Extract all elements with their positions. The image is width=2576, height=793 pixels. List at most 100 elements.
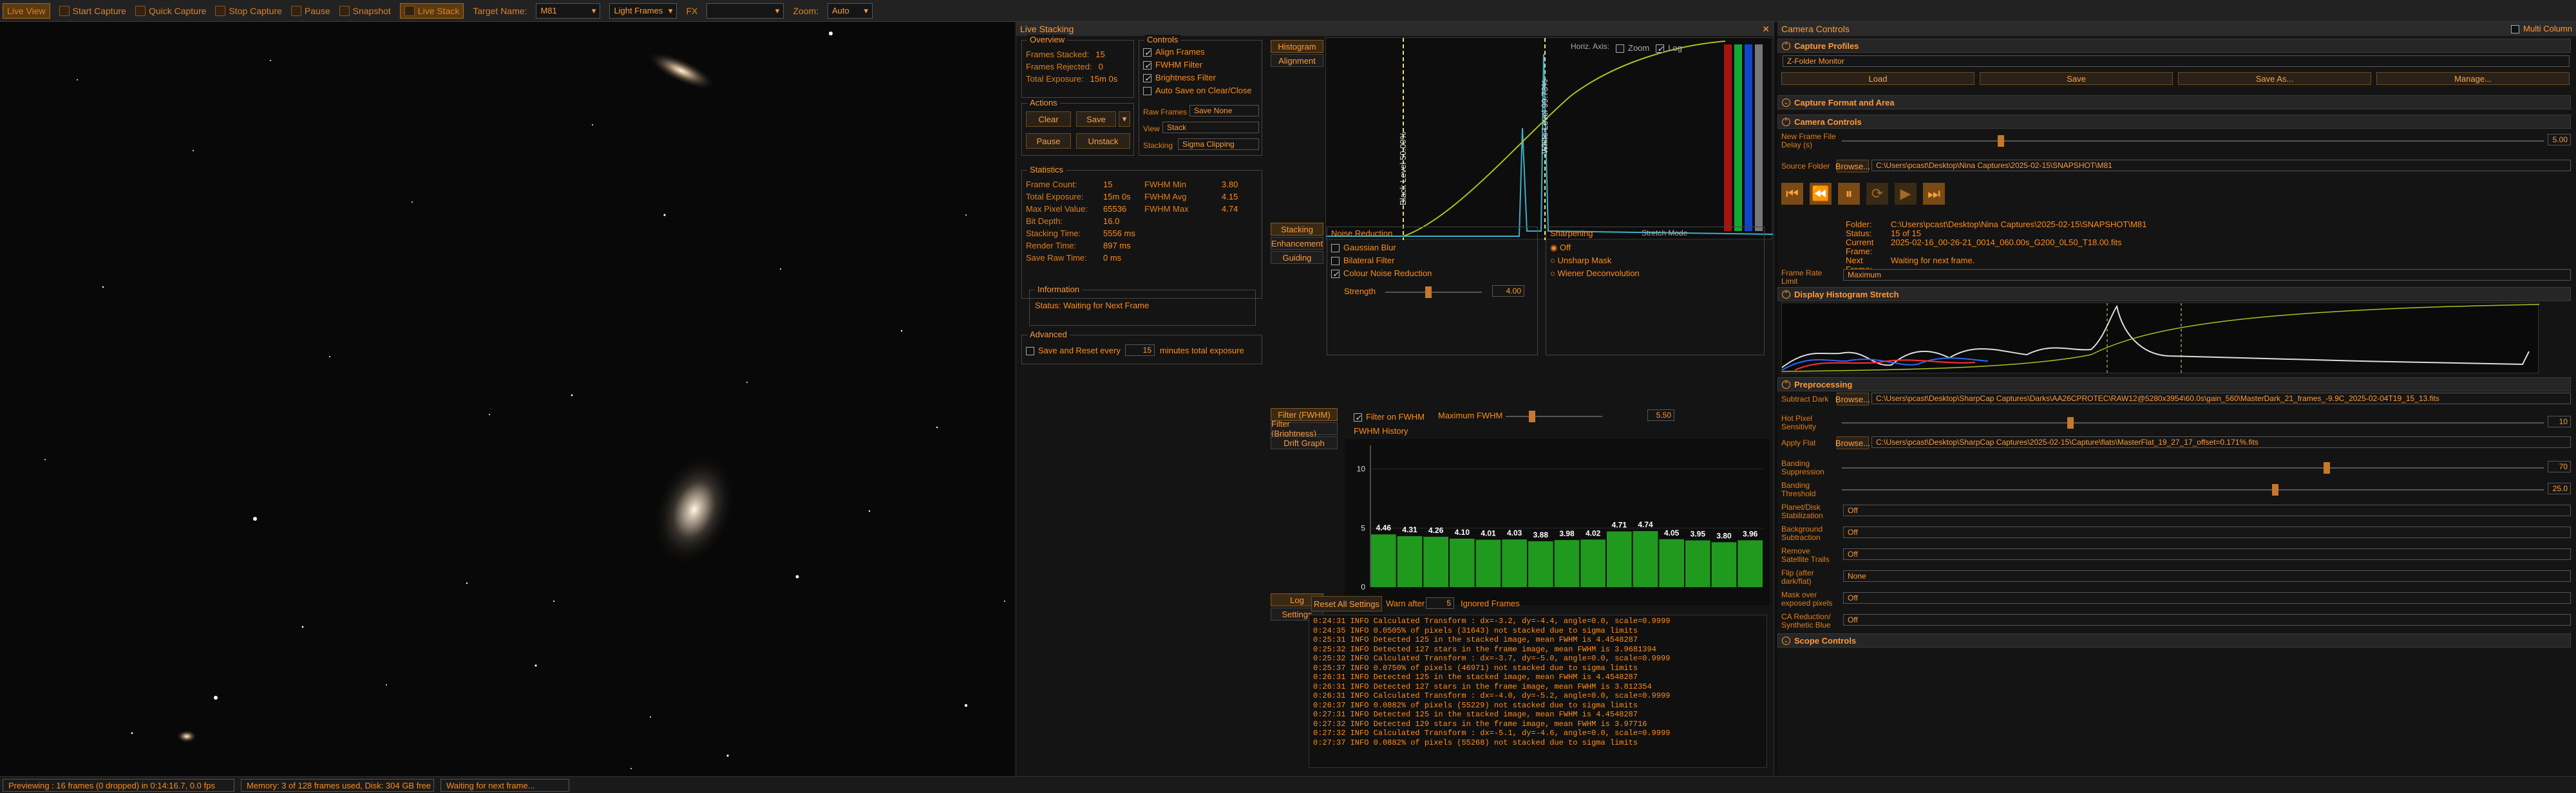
brightness-filter-checkbox[interactable]: Brightness Filter bbox=[1143, 71, 1258, 85]
fwhm-bar-label: 4.03 bbox=[1507, 528, 1522, 537]
gaussian-blur-checkbox[interactable]: Gaussian Blur bbox=[1331, 241, 1432, 254]
fwhm-bar bbox=[1580, 539, 1605, 587]
target-name-combo[interactable]: M81 ▾ bbox=[536, 3, 601, 19]
profile-load-button[interactable]: Load bbox=[1781, 72, 1975, 85]
flip-combo[interactable]: None bbox=[1843, 570, 2571, 582]
new-frame-delay-slider[interactable] bbox=[1842, 135, 2544, 147]
capture-profiles-header[interactable]: ⌃ Capture Profiles bbox=[1777, 39, 2571, 53]
start-capture-button[interactable]: Start Capture bbox=[59, 5, 126, 16]
tab-stacking[interactable]: Stacking bbox=[1271, 223, 1323, 236]
play-icon[interactable]: ▶ bbox=[1895, 183, 1917, 205]
pause-stack-button[interactable]: Pause bbox=[1026, 133, 1071, 149]
tab-alignment[interactable]: Alignment bbox=[1271, 54, 1323, 67]
frame-type-combo[interactable]: Light Frames ▾ bbox=[609, 3, 677, 19]
tab-enhancement[interactable]: Enhancement bbox=[1271, 237, 1323, 250]
camera-controls-section-header[interactable]: ⌃ Camera Controls bbox=[1777, 115, 2571, 129]
clear-button[interactable]: Clear bbox=[1026, 111, 1071, 127]
fwhm-filter-checkbox[interactable]: FWHM Filter bbox=[1143, 59, 1258, 72]
save-stack-button[interactable]: Save bbox=[1076, 111, 1116, 127]
banding-threshold-input[interactable]: 25.0 bbox=[2548, 483, 2571, 494]
live-view-button[interactable]: Live View bbox=[3, 3, 50, 19]
save-reset-checkbox[interactable]: Save and Reset every bbox=[1026, 344, 1121, 357]
banding-threshold-slider[interactable] bbox=[1842, 484, 2544, 496]
bilateral-filter-checkbox[interactable]: Bilateral Filter bbox=[1331, 254, 1432, 267]
log-line: 0:25:32 INFO Calculated Transform : dx=-… bbox=[1313, 654, 1671, 663]
colour-noise-checkbox[interactable]: Colour Noise Reduction bbox=[1331, 267, 1432, 281]
strength-input[interactable]: 4.00 bbox=[1492, 285, 1524, 297]
white-level-label: White Level 99.73% bbox=[1540, 79, 1549, 154]
strength-slider[interactable] bbox=[1385, 286, 1482, 298]
auto-save-checkbox[interactable]: Auto Save on Clear/Close bbox=[1143, 84, 1258, 97]
satellite-trails-combo[interactable]: Off bbox=[1843, 548, 2571, 560]
banding-suppression-input[interactable]: 70 bbox=[2548, 461, 2571, 472]
previous-frame-icon[interactable]: ⏪ bbox=[1810, 183, 1832, 205]
reset-all-settings-button[interactable]: Reset All Settings bbox=[1311, 596, 1382, 611]
hot-pixel-slider[interactable] bbox=[1842, 417, 2544, 429]
source-folder-input[interactable]: C:\Users\pcast\Desktop\Nina Captures\202… bbox=[1871, 160, 2571, 171]
stack-histogram[interactable]: Black Level 50.00% White Level 99.73% Ho… bbox=[1325, 37, 1774, 240]
profile-save-button[interactable]: Save bbox=[1980, 72, 2173, 85]
display-histogram[interactable] bbox=[1781, 303, 2540, 374]
tab-guiding[interactable]: Guiding bbox=[1271, 251, 1323, 264]
capture-format-header[interactable]: ⌄ Capture Format and Area bbox=[1777, 95, 2571, 109]
frames-stacked-value: 15 bbox=[1095, 50, 1105, 59]
mask-overexposed-combo[interactable]: Off bbox=[1843, 592, 2571, 604]
wiener-radio[interactable]: ○ Wiener Deconvolution bbox=[1550, 267, 1640, 280]
live-stack-button[interactable]: Live Stack bbox=[399, 3, 464, 19]
hot-pixel-input[interactable]: 10 bbox=[2548, 416, 2571, 427]
fwhm-bar bbox=[1423, 536, 1448, 587]
max-fwhm-input[interactable]: 5.50 bbox=[1647, 409, 1674, 421]
save-options-button[interactable]: ▾ bbox=[1119, 111, 1130, 127]
multi-column-checkbox[interactable]: Multi Column bbox=[2511, 24, 2572, 34]
quick-capture-button[interactable]: Quick Capture bbox=[135, 5, 206, 16]
tab-drift-graph[interactable]: Drift Graph bbox=[1271, 436, 1338, 449]
warn-after-input[interactable]: 5 bbox=[1426, 597, 1454, 609]
profile-manage-button[interactable]: Manage... bbox=[2376, 72, 2570, 85]
zoom-checkbox[interactable]: Zoom bbox=[1616, 42, 1649, 55]
close-icon[interactable]: ✕ bbox=[1762, 24, 1770, 34]
first-frame-icon[interactable]: ⏮ bbox=[1781, 183, 1803, 205]
y-tick-label: 0 bbox=[1361, 583, 1365, 592]
scope-controls-header[interactable]: ⌄ Scope Controls bbox=[1777, 633, 2571, 648]
profile-combo[interactable]: Z-Folder Monitor bbox=[1783, 55, 2570, 67]
stop-capture-button[interactable]: Stop Capture bbox=[215, 5, 282, 16]
pause-playback-icon[interactable]: ⏸ bbox=[1838, 183, 1860, 205]
new-frame-delay-input[interactable]: 5.00 bbox=[2548, 134, 2571, 145]
log-panel[interactable]: 0:24:31 INFO Calculated Transform : dx=-… bbox=[1309, 615, 1767, 768]
raw-frames-combo[interactable]: Save None bbox=[1189, 105, 1259, 117]
sharpening-off-radio[interactable]: ◉ Off bbox=[1550, 241, 1640, 254]
unsharp-mask-radio[interactable]: ○ Unsharp Mask bbox=[1550, 254, 1640, 267]
banding-suppression-slider[interactable] bbox=[1842, 462, 2544, 474]
pause-button[interactable]: Pause bbox=[290, 5, 330, 16]
unstack-button[interactable]: Unstack bbox=[1076, 133, 1130, 149]
log-checkbox[interactable]: Log bbox=[1656, 42, 1682, 55]
image-viewer[interactable] bbox=[0, 22, 1014, 776]
fwhm-bar-label: 3.88 bbox=[1533, 530, 1549, 539]
display-stretch-header[interactable]: ⌃ Display Histogram Stretch bbox=[1777, 287, 2571, 301]
fx-combo[interactable]: ▾ bbox=[706, 3, 784, 19]
last-frame-icon[interactable]: ⏭ bbox=[1923, 183, 1945, 205]
ca-reduction-combo[interactable]: Off bbox=[1843, 614, 2571, 626]
planet-stabilization-combo[interactable]: Off bbox=[1843, 505, 2571, 516]
apply-flat-combo[interactable]: C:\Users\pcast\Desktop\SharpCap Captures… bbox=[1871, 436, 2571, 448]
max-fwhm-slider[interactable] bbox=[1506, 411, 1602, 422]
save-reset-minutes-input[interactable]: 15 bbox=[1125, 344, 1155, 356]
browse-flat-button[interactable]: Browse... bbox=[1835, 436, 1870, 449]
browse-dark-button[interactable]: Browse... bbox=[1835, 393, 1870, 406]
snapshot-button[interactable]: Snapshot bbox=[339, 5, 391, 16]
background-subtraction-combo[interactable]: Off bbox=[1843, 527, 2571, 538]
y-tick-label: 10 bbox=[1357, 465, 1366, 474]
profile-save-as-button[interactable]: Save As... bbox=[2178, 72, 2371, 85]
view-combo[interactable]: Stack bbox=[1162, 122, 1259, 133]
refresh-icon[interactable]: ⟳ bbox=[1866, 183, 1888, 205]
stacking-mode-combo[interactable]: Sigma Clipping bbox=[1178, 138, 1259, 150]
frame-rate-combo[interactable]: Maximum bbox=[1843, 269, 2571, 281]
align-frames-checkbox[interactable]: Align Frames bbox=[1143, 46, 1258, 59]
zoom-combo[interactable]: Auto ▾ bbox=[828, 3, 873, 19]
preprocessing-header[interactable]: ⌃ Preprocessing bbox=[1777, 377, 2571, 391]
subtract-dark-combo[interactable]: C:\Users\pcast\Desktop\SharpCap Captures… bbox=[1871, 393, 2571, 404]
filter-on-fwhm-checkbox[interactable]: Filter on FWHM bbox=[1354, 411, 1425, 424]
tab-filter-brightness[interactable]: Filter (Brightness) bbox=[1271, 419, 1338, 438]
browse-source-button[interactable]: Browse... bbox=[1835, 160, 1870, 173]
tab-histogram[interactable]: Histogram bbox=[1271, 40, 1323, 53]
